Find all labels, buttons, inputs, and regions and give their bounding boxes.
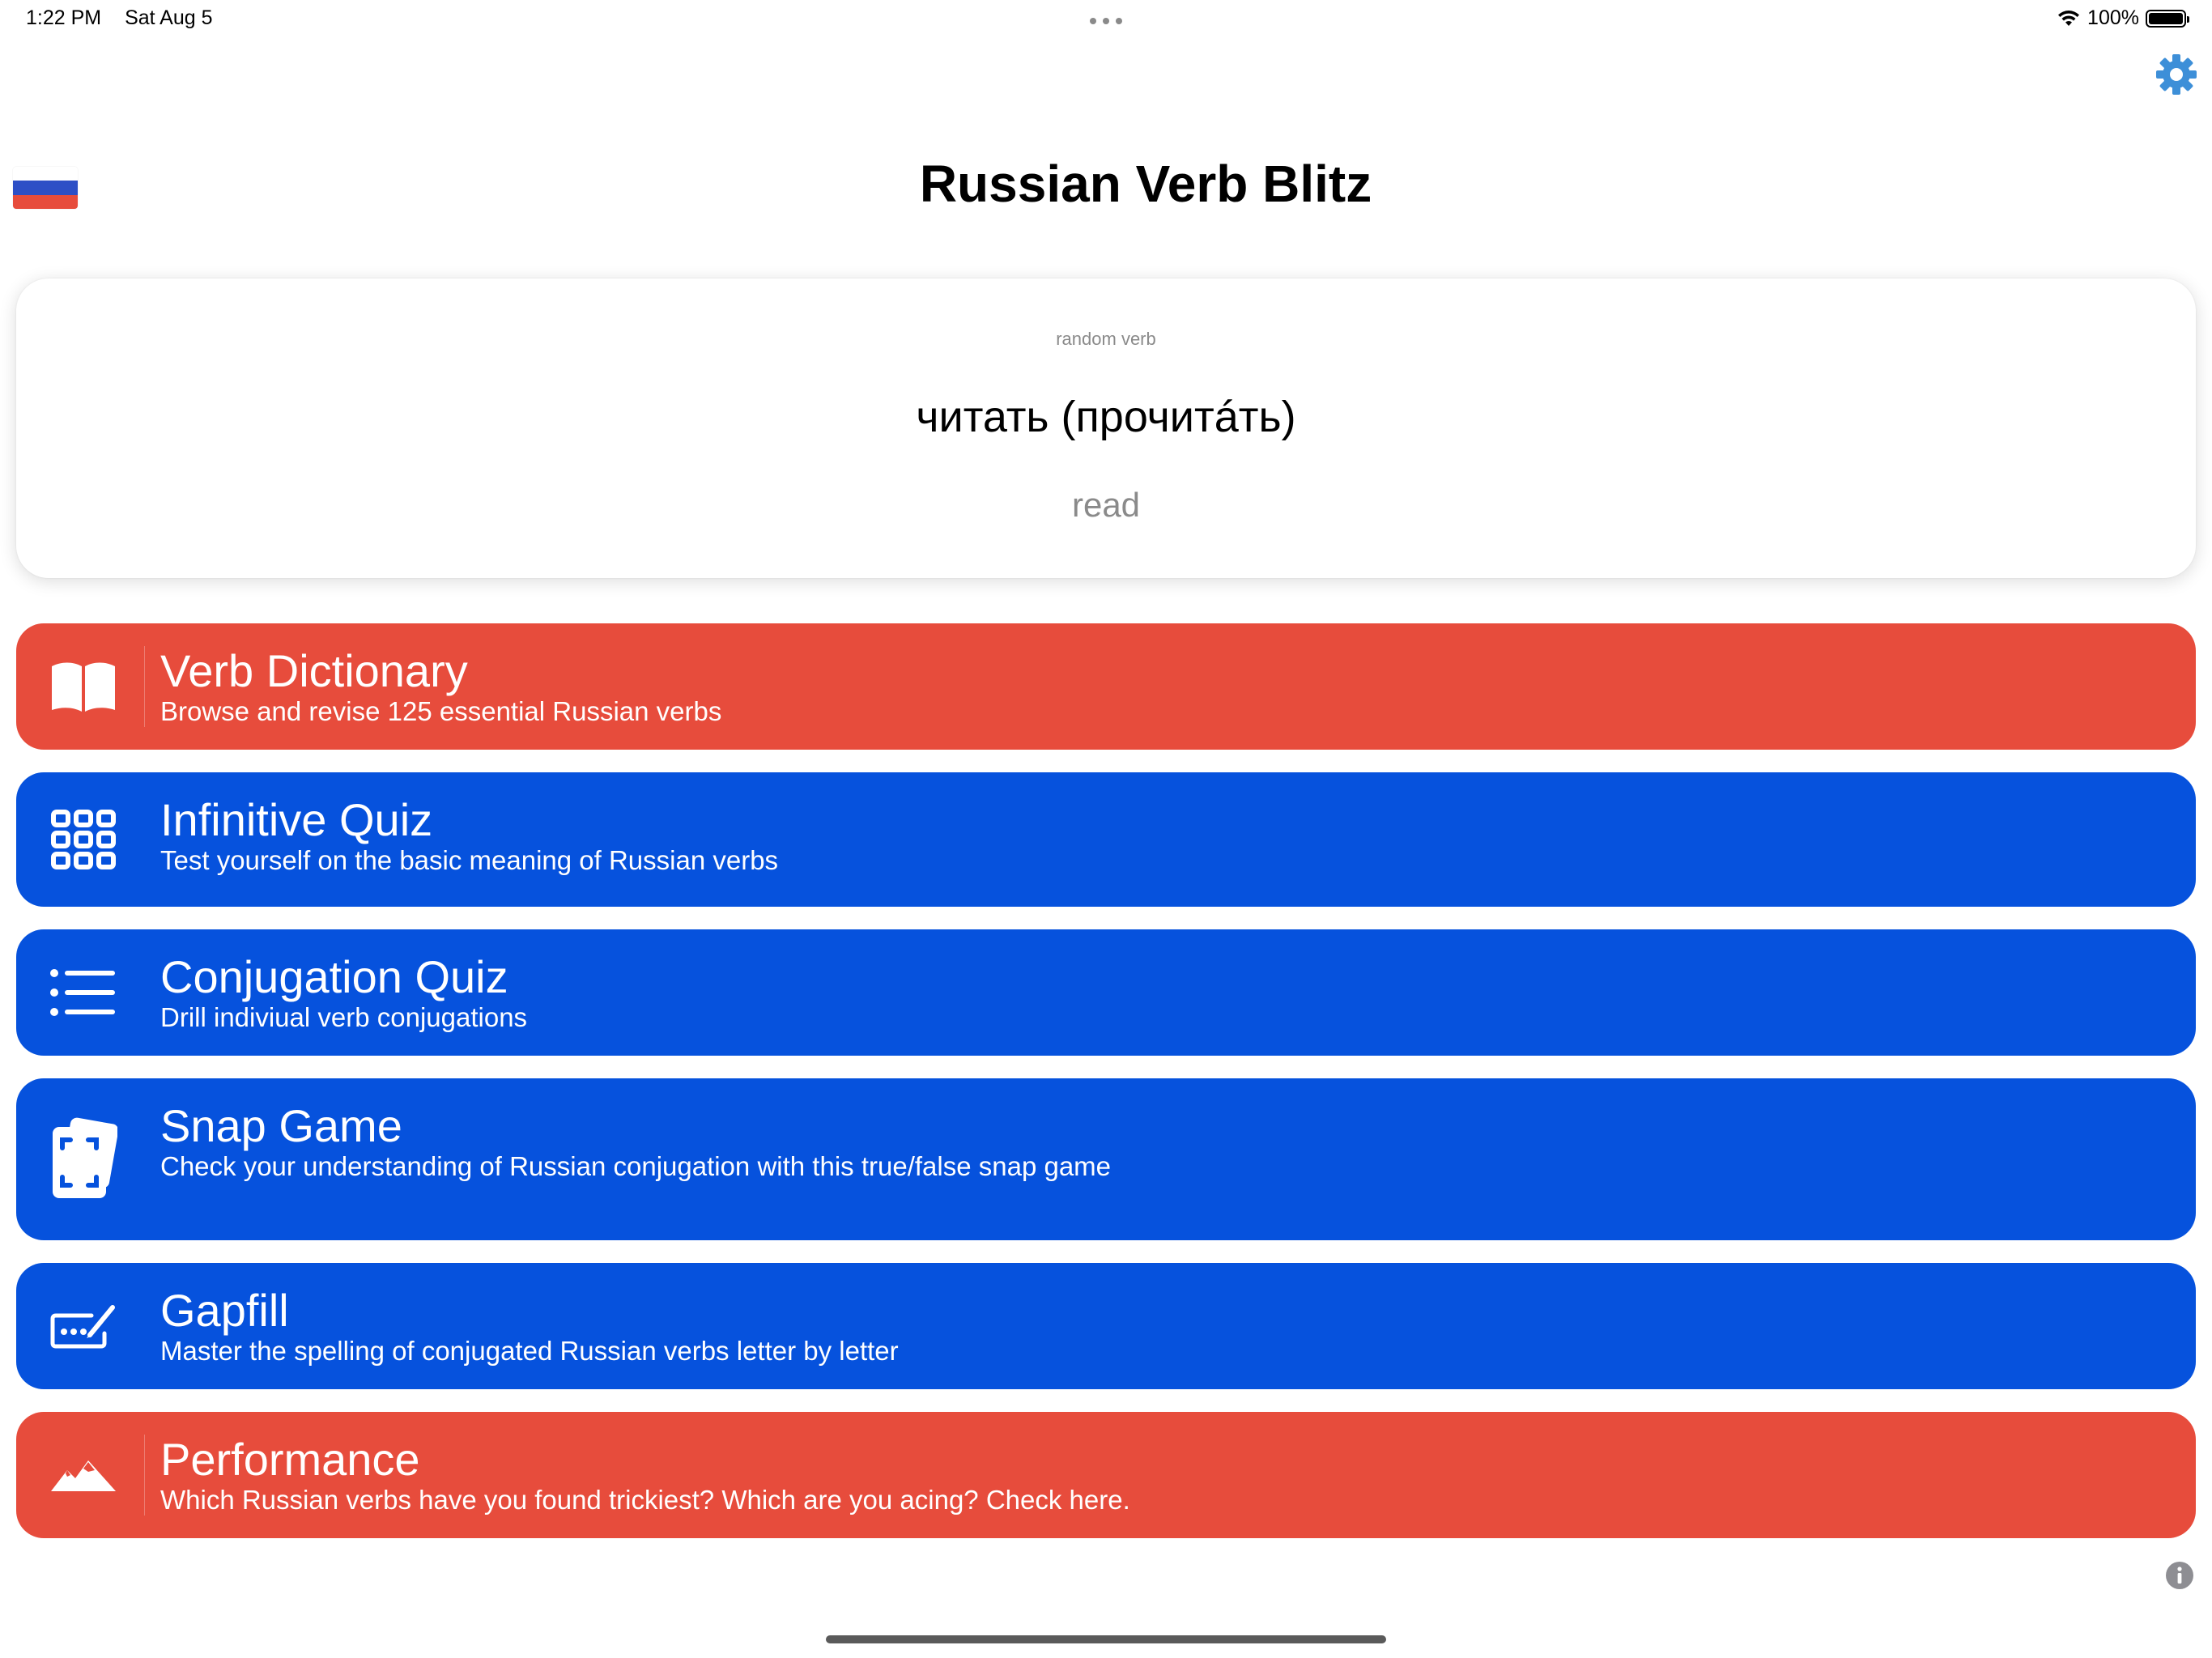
multitasking-dots-icon[interactable] <box>1090 18 1122 24</box>
status-date: Sat Aug 5 <box>125 6 213 29</box>
random-verb-word: читать (прочитáть) <box>916 393 1296 441</box>
conjugation-quiz-title: Conjugation Quiz <box>160 951 508 1002</box>
home-indicator[interactable] <box>826 1635 1386 1643</box>
gear-icon[interactable] <box>2154 52 2199 97</box>
book-icon <box>47 646 120 727</box>
mountains-icon <box>47 1435 120 1516</box>
gapfill-title: Gapfill <box>160 1285 289 1336</box>
status-bar-left: 1:22 PM Sat Aug 5 <box>26 6 231 30</box>
random-verb-meaning: read <box>1071 486 1141 524</box>
snap-game-button[interactable]: Snap Game Check your understanding of Ru… <box>16 1078 2196 1240</box>
infinitive-quiz-button[interactable]: Infinitive Quiz Test yourself on the bas… <box>16 772 2196 907</box>
snap-game-title: Snap Game <box>160 1100 402 1151</box>
gapfill-subtitle: Master the spelling of conjugated Russia… <box>160 1336 899 1366</box>
wifi-icon <box>2058 10 2080 26</box>
cards-icon <box>47 1117 120 1200</box>
list-icon <box>47 952 120 1033</box>
performance-subtitle: Which Russian verbs have you found trick… <box>160 1485 1130 1515</box>
page-title: Russian Verb Blitz <box>919 155 1372 213</box>
performance-title: Performance <box>160 1434 420 1485</box>
gapfill-button[interactable]: Gapfill Master the spelling of conjugate… <box>16 1263 2196 1389</box>
battery-icon <box>2146 9 2189 28</box>
grid-icon <box>47 799 120 880</box>
verb-dictionary-title: Verb Dictionary <box>160 645 468 696</box>
performance-button[interactable]: Performance Which Russian verbs have you… <box>16 1412 2196 1538</box>
battery-percent: 100% <box>2087 6 2139 29</box>
infinitive-quiz-title: Infinitive Quiz <box>160 794 433 845</box>
verb-dictionary-button[interactable]: Verb Dictionary Browse and revise 125 es… <box>16 623 2196 750</box>
status-bar-right: 100% <box>2057 6 2189 30</box>
status-time: 1:22 PM <box>26 6 102 29</box>
info-icon[interactable] <box>2165 1561 2194 1590</box>
random-verb-card[interactable]: random verb читать (прочитáть) read <box>16 278 2196 578</box>
conjugation-quiz-subtitle: Drill indiviual verb conjugations <box>160 1002 528 1032</box>
snap-game-subtitle: Check your understanding of Russian conj… <box>160 1151 1112 1181</box>
random-verb-caption: random verb <box>1056 329 1156 349</box>
infinitive-quiz-subtitle: Test yourself on the basic meaning of Ru… <box>160 845 779 875</box>
text-input-icon <box>47 1286 120 1367</box>
conjugation-quiz-button[interactable]: Conjugation Quiz Drill indiviual verb co… <box>16 929 2196 1056</box>
verb-dictionary-subtitle: Browse and revise 125 essential Russian … <box>160 696 722 726</box>
